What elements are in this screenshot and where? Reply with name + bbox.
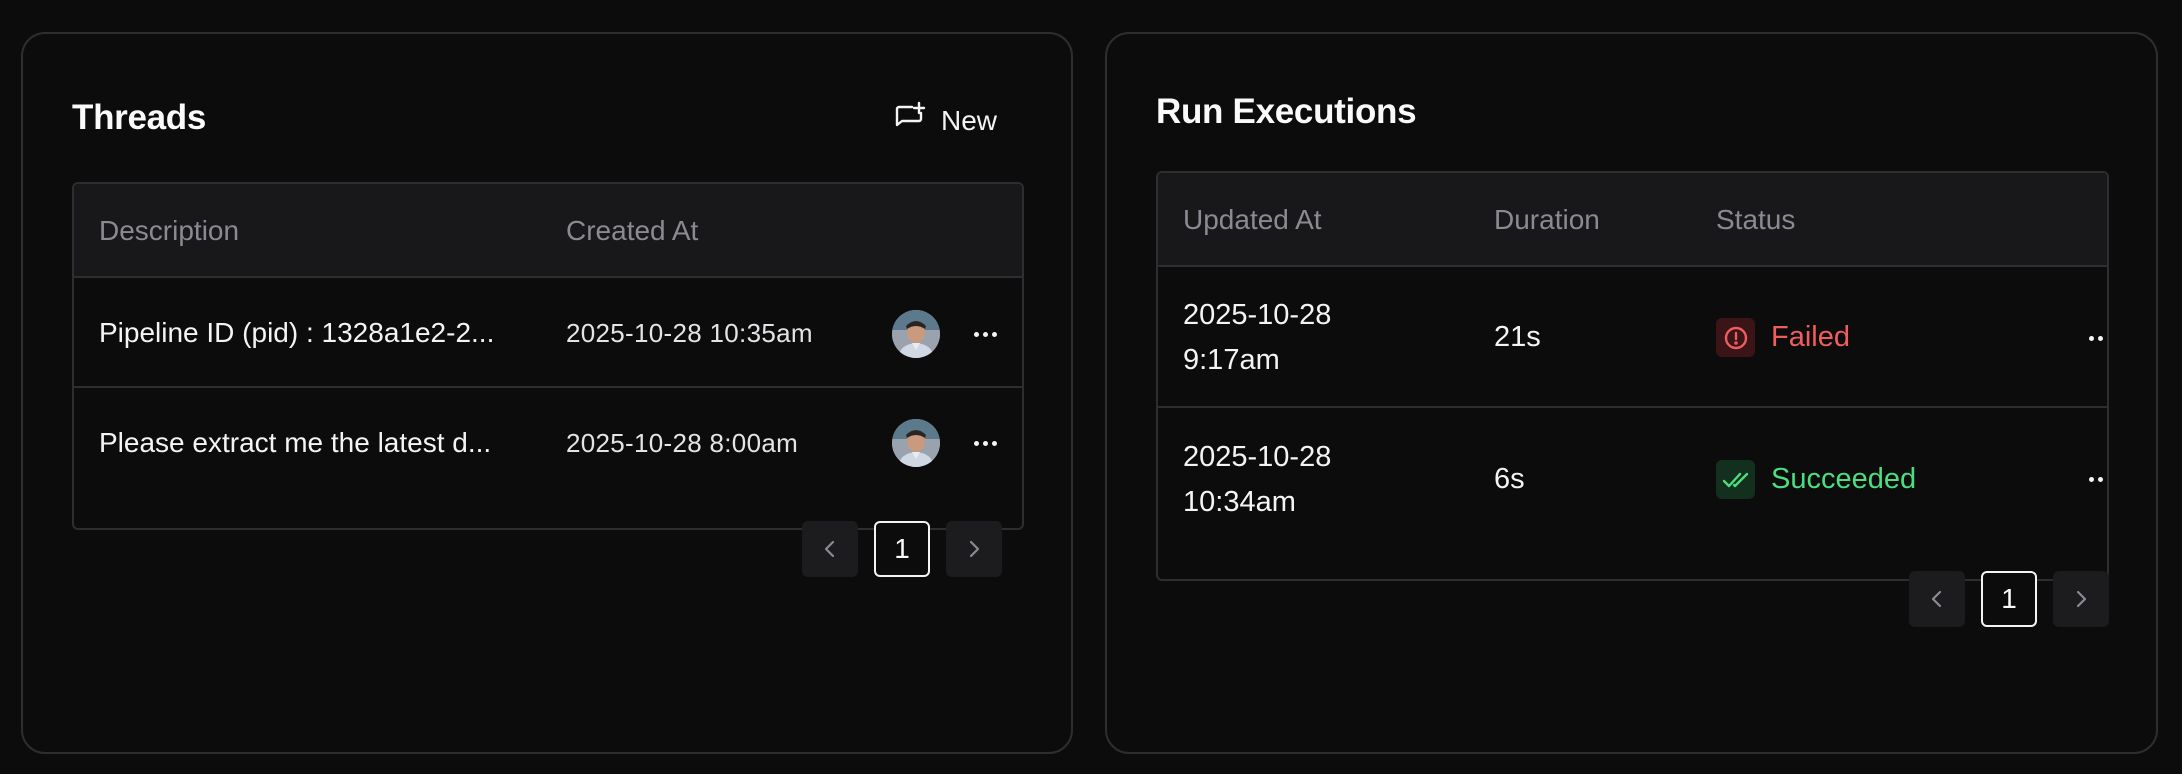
next-page-button[interactable] bbox=[2053, 571, 2109, 627]
check-check-icon bbox=[1716, 460, 1755, 499]
threads-title: Threads bbox=[72, 98, 207, 137]
more-horizontal-icon[interactable] bbox=[974, 441, 997, 446]
run-executions-title: Run Executions bbox=[1156, 92, 1417, 131]
chevron-right-icon bbox=[2076, 590, 2087, 608]
chevron-right-icon bbox=[969, 540, 980, 558]
new-thread-button[interactable]: New bbox=[893, 97, 997, 145]
column-header-created-at: Created At bbox=[566, 215, 699, 246]
message-plus-icon bbox=[893, 101, 927, 142]
status-label: Failed bbox=[1771, 321, 1850, 353]
status-label: Succeeded bbox=[1771, 463, 1917, 495]
threads-panel: Threads New Description Created At Pipel… bbox=[21, 32, 1073, 754]
prev-page-button[interactable] bbox=[802, 521, 858, 577]
run-duration: 6s bbox=[1494, 463, 1525, 495]
run-row[interactable]: 2025-10-28 9:17am 21s Failed bbox=[1158, 269, 2107, 408]
threads-pagination: 1 bbox=[802, 521, 1002, 577]
run-executions-panel: Run Executions Updated At Duration Statu… bbox=[1105, 32, 2158, 754]
more-horizontal-icon[interactable] bbox=[2089, 477, 2107, 482]
run-updated-at: 2025-10-28 10:34am bbox=[1183, 410, 1331, 549]
more-horizontal-icon[interactable] bbox=[974, 332, 997, 337]
prev-page-button[interactable] bbox=[1909, 571, 1965, 627]
status-badge: Succeeded bbox=[1716, 410, 1916, 549]
thread-created-at: 2025-10-28 8:00am bbox=[566, 427, 799, 458]
more-horizontal-icon[interactable] bbox=[2089, 336, 2107, 341]
column-header-updated-at: Updated At bbox=[1183, 204, 1322, 235]
page-number-button[interactable]: 1 bbox=[1981, 571, 2037, 627]
avatar bbox=[892, 419, 940, 467]
thread-row[interactable]: Please extract me the latest d... 2025-1… bbox=[74, 389, 1022, 497]
new-thread-label: New bbox=[940, 105, 997, 136]
alert-circle-icon bbox=[1716, 318, 1755, 357]
threads-table-header: Description Created At bbox=[74, 184, 1022, 278]
chevron-left-icon bbox=[1931, 590, 1942, 608]
run-duration: 21s bbox=[1494, 321, 1541, 353]
thread-description: Please extract me the latest d... bbox=[99, 427, 492, 458]
run-updated-date: 2025-10-28 bbox=[1183, 440, 1332, 473]
page-number-button[interactable]: 1 bbox=[874, 521, 930, 577]
run-executions-table-header: Updated At Duration Status bbox=[1158, 173, 2107, 267]
chevron-left-icon bbox=[824, 540, 835, 558]
next-page-button[interactable] bbox=[946, 521, 1002, 577]
column-header-duration: Duration bbox=[1494, 204, 1600, 235]
run-executions-table: Updated At Duration Status 2025-10-28 9:… bbox=[1156, 171, 2109, 581]
run-updated-time: 10:34am bbox=[1183, 485, 1296, 518]
thread-row[interactable]: Pipeline ID (pid) : 1328a1e2-2... 2025-1… bbox=[74, 280, 1022, 388]
avatar bbox=[892, 310, 940, 358]
run-updated-time: 9:17am bbox=[1183, 343, 1280, 376]
threads-table: Description Created At Pipeline ID (pid)… bbox=[72, 182, 1024, 530]
runs-pagination: 1 bbox=[1909, 571, 2109, 627]
run-updated-at: 2025-10-28 9:17am bbox=[1183, 269, 1331, 406]
run-updated-date: 2025-10-28 bbox=[1183, 298, 1332, 331]
thread-description: Pipeline ID (pid) : 1328a1e2-2... bbox=[99, 317, 495, 348]
column-header-description: Description bbox=[99, 215, 240, 246]
column-header-status: Status bbox=[1716, 204, 1796, 235]
status-badge: Failed bbox=[1716, 269, 1850, 406]
run-row[interactable]: 2025-10-28 10:34am 6s Succeeded bbox=[1158, 410, 2107, 549]
thread-created-at: 2025-10-28 10:35am bbox=[566, 317, 813, 348]
